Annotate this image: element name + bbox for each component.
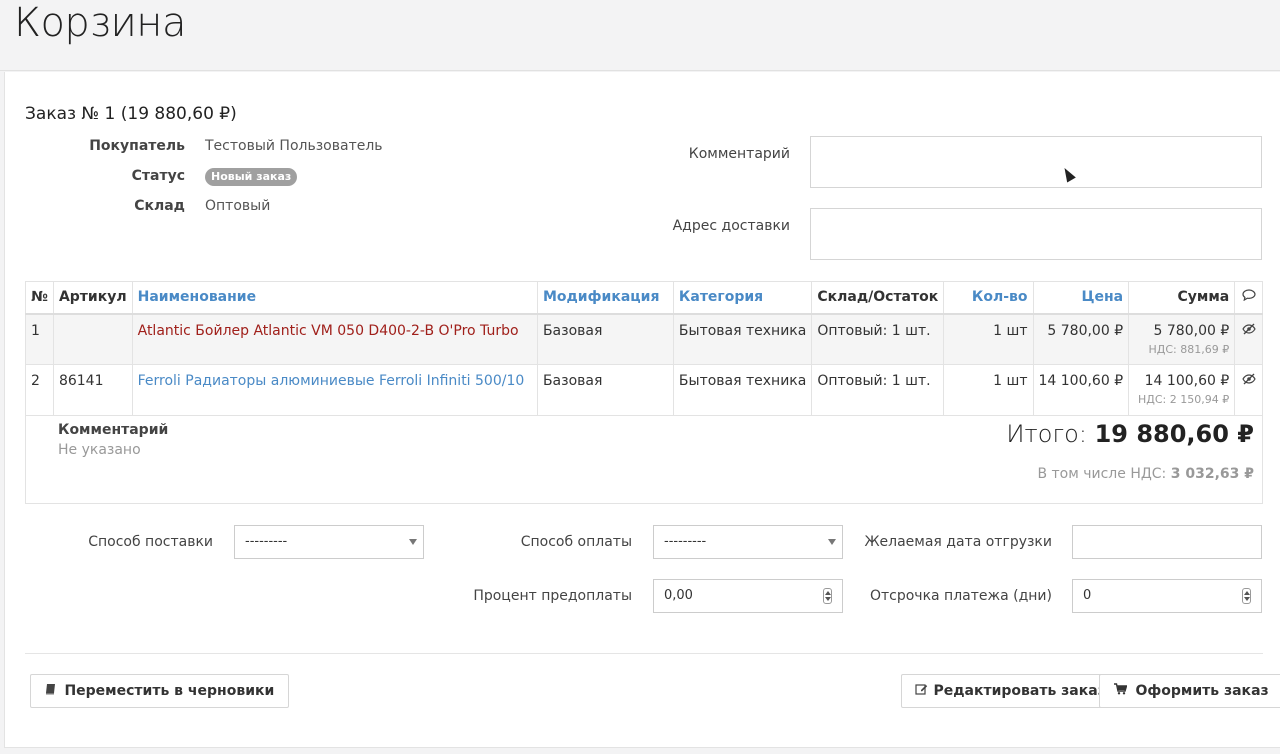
cell-sum: 14 100,60 ₽ НДС: 2 150,94 ₽ (1128, 364, 1236, 416)
total-label: Итого: (1006, 420, 1087, 448)
table-row: 1 Atlantic Бойлер Atlantic VM 050 D400-2… (25, 313, 1263, 365)
vat-value: НДС: 2 150,94 ₽ (1138, 393, 1230, 406)
vat-label: В том числе НДС: (1037, 466, 1167, 482)
deferral-input[interactable]: 0 (1072, 579, 1262, 613)
payment-select[interactable]: --------- (653, 525, 843, 559)
book-icon (45, 683, 60, 699)
cell-article: 86141 (52, 364, 133, 416)
col-num: № (25, 281, 54, 315)
cell-sum: 5 780,00 ₽ НДС: 881,69 ₽ (1128, 313, 1236, 365)
cell-qty: 1 шт (943, 364, 1034, 416)
total-value: 19 880,60 ₽ (1094, 420, 1254, 448)
page-header: Корзина (0, 0, 1280, 71)
cell-modification: Базовая (536, 313, 674, 365)
cell-price: 5 780,00 ₽ (1032, 313, 1130, 365)
status-label: Статус (131, 168, 185, 184)
buyer-value: Тестовый Пользователь (205, 138, 383, 154)
page-title: Корзина (14, 0, 186, 46)
cell-qty: 1 шт (943, 313, 1034, 365)
cell-toggle (1234, 364, 1263, 416)
comment-label: Комментарий (688, 146, 790, 162)
prepay-value: 0,00 (664, 588, 693, 603)
col-stock: Склад/Остаток (811, 281, 945, 315)
cell-category: Бытовая техника (672, 364, 813, 416)
move-to-drafts-button[interactable]: Переместить в черновики (30, 674, 290, 708)
warehouse-row: Склад Оптовый (25, 198, 425, 218)
col-price[interactable]: Цена (1032, 281, 1130, 315)
delivery-label: Способ поставки (88, 534, 213, 550)
stepper-icon[interactable] (823, 588, 832, 604)
col-article: Артикул (52, 281, 133, 315)
payment-label: Способ оплаты (520, 534, 632, 550)
product-link[interactable]: Ferroli Радиаторы алюминиевые Ferroli In… (138, 373, 525, 389)
sum-value: 5 780,00 ₽ (1153, 322, 1230, 339)
order-total: Итого: 19 880,60 ₽ (1006, 420, 1254, 448)
col-qty[interactable]: Кол-во (943, 281, 1034, 315)
product-link[interactable]: Atlantic Бойлер Atlantic VM 050 D400-2-B… (138, 323, 519, 339)
edit-order-button[interactable]: Редактировать заказ (901, 674, 1120, 708)
buyer-label: Покупатель (89, 138, 185, 154)
eye-slash-icon[interactable] (1241, 323, 1256, 335)
sum-value: 14 100,60 ₽ (1144, 373, 1230, 389)
stepper-icon[interactable] (1242, 588, 1251, 604)
comment-icon (1242, 289, 1256, 302)
cell-num: 1 (25, 313, 54, 365)
cell-toggle (1234, 313, 1263, 365)
buyer-row: Покупатель Тестовый Пользователь (25, 138, 425, 158)
cart-icon (1114, 683, 1131, 699)
footer-comment-label: Комментарий (58, 422, 169, 438)
ship-date-label: Желаемая дата отгрузки (864, 534, 1052, 550)
address-textarea[interactable] (810, 208, 1262, 260)
warehouse-label: Склад (134, 198, 185, 214)
delivery-selected: --------- (245, 534, 288, 549)
comment-textarea[interactable] (810, 136, 1262, 188)
deferral-label: Отсрочка платежа (дни) (869, 588, 1052, 604)
cell-price: 14 100,60 ₽ (1032, 364, 1130, 416)
edit-icon (915, 683, 932, 699)
chevron-down-icon (409, 539, 417, 545)
edit-order-label: Редактировать заказ (933, 683, 1106, 699)
table-header-row: № Артикул Наименование Модификация Катег… (25, 281, 1263, 315)
prepay-input[interactable]: 0,00 (653, 579, 843, 613)
col-sum: Сумма (1128, 281, 1236, 315)
status-badge: Новый заказ (205, 168, 298, 186)
cell-article (52, 313, 133, 365)
cell-num: 2 (25, 364, 54, 416)
vat-value: НДС: 881,69 ₽ (1148, 342, 1230, 356)
order-title: Заказ № 1 (19 880,60 ₽) (25, 104, 237, 124)
vat-total-value: 3 032,63 ₽ (1170, 466, 1254, 482)
eye-slash-icon[interactable] (1241, 373, 1256, 385)
col-category[interactable]: Категория (672, 281, 813, 315)
place-order-label: Оформить заказ (1135, 683, 1269, 699)
deferral-value: 0 (1083, 588, 1092, 603)
chevron-down-icon (828, 539, 836, 545)
col-name[interactable]: Наименование (131, 281, 538, 315)
cell-modification: Базовая (536, 364, 674, 416)
payment-selected: --------- (664, 534, 707, 549)
footer-comment-value: Не указано (58, 442, 141, 458)
order-card: Заказ № 1 (19 880,60 ₽) Покупатель Тесто… (4, 72, 1280, 748)
cell-category: Бытовая техника (672, 313, 813, 365)
place-order-button[interactable]: Оформить заказ (1099, 674, 1280, 708)
col-modification[interactable]: Модификация (536, 281, 674, 315)
status-row: Статус Новый заказ (25, 168, 425, 188)
ship-date-input[interactable] (1072, 525, 1262, 559)
table-footer: Комментарий Не указано Итого: 19 880,60 … (25, 414, 1263, 504)
order-vat: В том числе НДС: 3 032,63 ₽ (1037, 466, 1254, 482)
move-to-drafts-label: Переместить в черновики (64, 683, 275, 699)
delivery-select[interactable]: --------- (234, 525, 424, 559)
address-label: Адрес доставки (672, 218, 790, 234)
prepay-label: Процент предоплаты (473, 588, 632, 604)
cell-stock: Оптовый: 1 шт. (811, 364, 945, 416)
col-comment (1234, 281, 1263, 315)
table-row: 2 86141 Ferroli Радиаторы алюминиевые Fe… (25, 364, 1263, 416)
order-items-table: № Артикул Наименование Модификация Катег… (25, 281, 1263, 416)
warehouse-value: Оптовый (205, 198, 271, 214)
cell-stock: Оптовый: 1 шт. (811, 313, 945, 365)
divider (25, 653, 1263, 654)
